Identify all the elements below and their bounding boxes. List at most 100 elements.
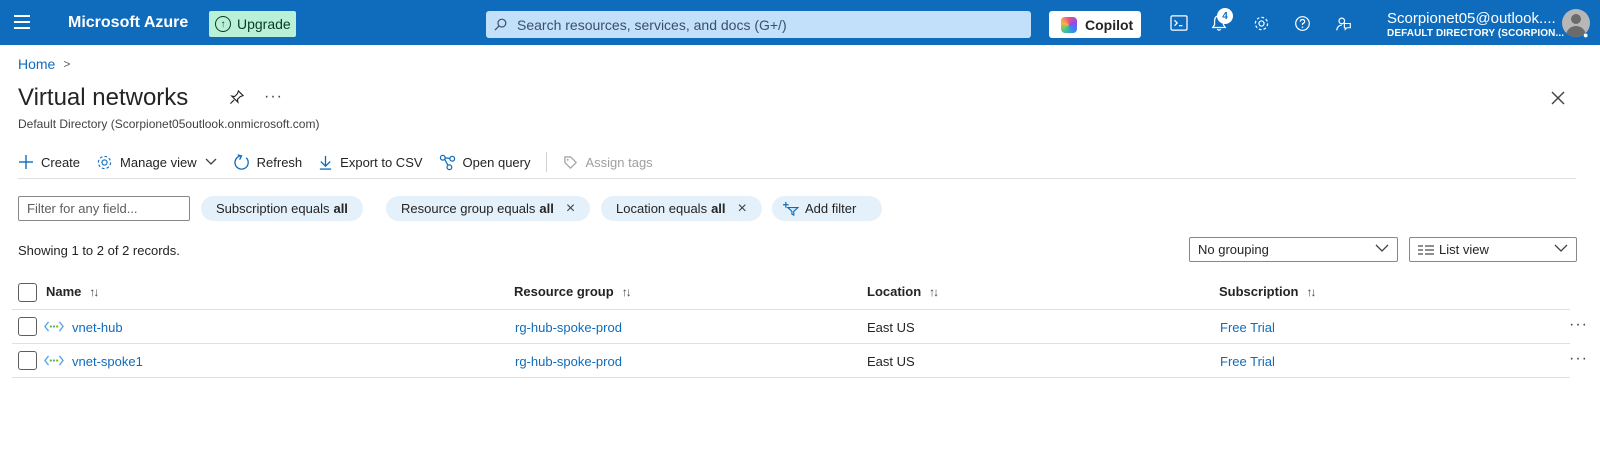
- search-input[interactable]: [517, 16, 1017, 33]
- column-header-location[interactable]: Location ↑↓: [867, 284, 939, 299]
- add-filter-label: Add filter: [805, 201, 857, 216]
- list-view-icon: [1418, 244, 1434, 255]
- account-menu[interactable]: Scorpionet05@outlook.... DEFAULT DIRECTO…: [1387, 10, 1564, 40]
- lock-icon: ●: [1583, 30, 1589, 40]
- grouping-dropdown[interactable]: No grouping: [1189, 237, 1398, 262]
- search-icon: [494, 18, 507, 31]
- row-checkbox[interactable]: [18, 351, 37, 370]
- page-title: Virtual networks: [18, 84, 189, 111]
- arrow-up-circle-icon: ↑: [215, 16, 231, 32]
- help-icon[interactable]: [1291, 12, 1313, 34]
- portal-brand[interactable]: Microsoft Azure: [68, 14, 188, 32]
- assign-tags-button[interactable]: Assign tags: [563, 154, 653, 170]
- view-dropdown[interactable]: List view: [1409, 237, 1577, 262]
- pin-icon[interactable]: [229, 90, 244, 105]
- row-checkbox[interactable]: [18, 317, 37, 336]
- vnet-name-link[interactable]: vnet-spoke1: [72, 354, 143, 369]
- column-header-name[interactable]: Name ↑↓: [46, 284, 99, 299]
- plus-icon: [19, 155, 33, 169]
- chevron-right-icon: >: [63, 57, 71, 71]
- copilot-icon: [1061, 16, 1077, 33]
- row-more-icon[interactable]: ···: [1569, 316, 1588, 334]
- location-filter-pill[interactable]: Location equals all ×: [601, 196, 762, 221]
- cloud-shell-icon[interactable]: [1168, 12, 1190, 34]
- open-query-button[interactable]: Open query: [439, 154, 531, 171]
- records-count: Showing 1 to 2 of 2 records.: [18, 243, 180, 258]
- row-more-icon[interactable]: ···: [1569, 350, 1588, 368]
- resource-group-filter-value: all: [539, 201, 554, 216]
- gear-icon[interactable]: [1250, 12, 1272, 34]
- copilot-label: Copilot: [1085, 16, 1134, 33]
- column-header-subscription[interactable]: Subscription ↑↓: [1219, 284, 1316, 299]
- virtual-network-icon: [44, 355, 64, 366]
- manage-view-label: Manage view: [120, 154, 197, 170]
- chevron-down-icon: [1375, 244, 1389, 252]
- global-search[interactable]: [486, 11, 1031, 38]
- sort-icon: ↑↓: [89, 284, 99, 299]
- refresh-label: Refresh: [256, 154, 303, 170]
- sort-icon: ↑↓: [1306, 284, 1316, 299]
- query-icon: [439, 154, 455, 170]
- export-csv-button[interactable]: Export to CSV: [318, 154, 423, 170]
- grouping-value: No grouping: [1198, 242, 1269, 257]
- close-icon[interactable]: [1551, 91, 1565, 105]
- open-query-label: Open query: [462, 154, 531, 170]
- chevron-down-icon: [205, 158, 217, 165]
- toolbar-divider-line: [18, 178, 1576, 179]
- gear-icon: [97, 155, 112, 169]
- add-filter-icon: [783, 201, 799, 216]
- scrollbar[interactable]: [1590, 45, 1600, 449]
- vnet-name-link[interactable]: vnet-hub: [72, 320, 123, 335]
- account-directory: DEFAULT DIRECTORY (SCORPION...: [1387, 28, 1565, 39]
- notification-count-badge: 4: [1217, 8, 1233, 24]
- location-filter-label: Location equals: [616, 201, 708, 216]
- manage-view-button[interactable]: Manage view: [96, 154, 217, 171]
- tag-icon: [564, 155, 578, 169]
- location-cell: East US: [867, 320, 915, 335]
- column-header-resource-group[interactable]: Resource group ↑↓: [514, 284, 632, 299]
- assign-tags-label: Assign tags: [585, 154, 653, 170]
- refresh-icon: [233, 153, 249, 170]
- virtual-network-icon: [44, 321, 64, 332]
- chevron-down-icon: [1554, 244, 1568, 252]
- top-bar: Microsoft Azure ↑ Upgrade Copilot 4 Scor…: [0, 0, 1600, 45]
- upgrade-label: Upgrade: [237, 16, 291, 32]
- create-button[interactable]: Create: [18, 154, 80, 170]
- breadcrumb: Home >: [18, 56, 70, 72]
- download-icon: [320, 155, 332, 170]
- add-filter-button[interactable]: Add filter: [772, 196, 882, 221]
- view-value: List view: [1439, 242, 1489, 257]
- command-bar: Create Manage view Refresh Export to CSV…: [18, 150, 669, 174]
- refresh-button[interactable]: Refresh: [233, 153, 303, 171]
- page-subtitle: Default Directory (Scorpionet05outlook.o…: [18, 117, 320, 131]
- create-label: Create: [41, 154, 81, 170]
- sort-icon: ↑↓: [929, 284, 939, 299]
- breadcrumb-home[interactable]: Home: [18, 56, 55, 72]
- upgrade-button[interactable]: ↑ Upgrade: [209, 11, 296, 37]
- copilot-button[interactable]: Copilot: [1049, 11, 1141, 38]
- subscription-link[interactable]: Free Trial: [1220, 354, 1275, 369]
- table-row[interactable]: vnet-spoke1 rg-hub-spoke-prod East US Fr…: [12, 345, 1587, 378]
- location-filter-value: all: [711, 201, 726, 216]
- close-icon[interactable]: ×: [566, 200, 575, 218]
- resource-group-filter-pill[interactable]: Resource group equals all ×: [386, 196, 591, 221]
- subscription-filter-value: all: [333, 201, 348, 216]
- subscription-link[interactable]: Free Trial: [1220, 320, 1275, 335]
- filter-input[interactable]: [18, 196, 190, 221]
- table-header: Name ↑↓ Resource group ↑↓ Location ↑↓ Subsc…: [12, 277, 1570, 310]
- close-icon[interactable]: ×: [738, 200, 747, 218]
- toolbar-divider: [546, 152, 548, 172]
- subscription-filter-pill[interactable]: Subscription equals all: [201, 196, 363, 221]
- account-name: Scorpionet05@outlook....: [1387, 10, 1556, 27]
- resource-group-link[interactable]: rg-hub-spoke-prod: [515, 320, 622, 335]
- export-csv-label: Export to CSV: [340, 154, 423, 170]
- select-all-checkbox[interactable]: [18, 283, 37, 302]
- more-options-icon[interactable]: ···: [264, 88, 283, 106]
- location-cell: East US: [867, 354, 915, 369]
- sort-icon: ↑↓: [621, 284, 632, 299]
- table-row[interactable]: vnet-hub rg-hub-spoke-prod East US Free …: [12, 311, 1587, 344]
- menu-icon[interactable]: [14, 15, 30, 29]
- feedback-icon[interactable]: [1332, 12, 1354, 34]
- resource-group-link[interactable]: rg-hub-spoke-prod: [515, 354, 622, 369]
- subscription-filter-label: Subscription equals: [216, 201, 330, 216]
